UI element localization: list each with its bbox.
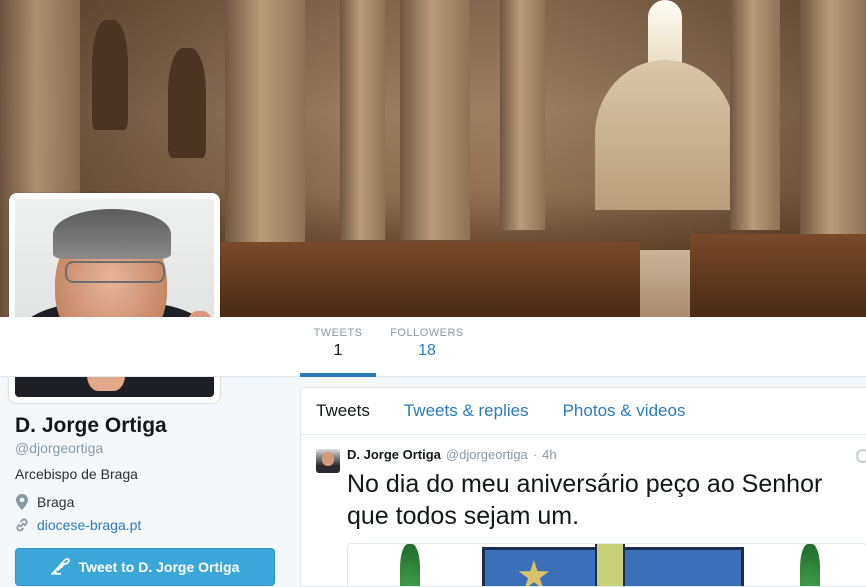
- stat-followers[interactable]: FOLLOWERS 18: [390, 327, 464, 360]
- tweet-header: D. Jorge Ortiga @djorgeortiga · 4h: [347, 447, 866, 462]
- map-pin-icon: [15, 494, 29, 510]
- profile-stats-bar: TWEETS 1 FOLLOWERS 18: [0, 317, 866, 377]
- quill-icon: [50, 557, 71, 578]
- stat-tweets[interactable]: TWEETS 1: [300, 327, 376, 377]
- tweet-avatar[interactable]: [316, 449, 340, 473]
- tab-photos-and-videos[interactable]: Photos & videos: [563, 401, 686, 421]
- profile-url[interactable]: diocese-braga.pt: [15, 517, 141, 533]
- timeline-tabs: Tweets Tweets & replies Photos & videos: [301, 388, 866, 435]
- star-icon: ★: [516, 554, 552, 587]
- profile-location: Braga: [15, 494, 74, 510]
- tab-tweets[interactable]: Tweets: [316, 401, 370, 421]
- stat-tweets-value: 1: [333, 342, 343, 359]
- timeline: Tweets Tweets & replies Photos & videos …: [300, 387, 866, 587]
- tweet-author-name[interactable]: D. Jorge Ortiga: [347, 447, 441, 462]
- tweet-timestamp[interactable]: 4h: [542, 447, 556, 462]
- tweet-media-image[interactable]: ★: [347, 543, 866, 587]
- profile-handle[interactable]: @djorgeortiga: [15, 440, 103, 456]
- stat-tweets-label: TWEETS: [313, 327, 363, 339]
- tweet-author-handle[interactable]: @djorgeortiga: [446, 447, 528, 462]
- tweet-to-label: Tweet to D. Jorge Ortiga: [78, 559, 240, 575]
- profile-name[interactable]: D. Jorge Ortiga: [15, 414, 167, 438]
- tweet-options-icon[interactable]: [856, 449, 866, 463]
- link-icon: [15, 517, 29, 533]
- stat-followers-value: 18: [418, 342, 436, 359]
- tab-tweets-and-replies[interactable]: Tweets & replies: [404, 401, 529, 421]
- profile-url-link[interactable]: diocese-braga.pt: [37, 517, 141, 533]
- tweet-to-button[interactable]: Tweet to D. Jorge Ortiga: [15, 548, 275, 586]
- tweet-text: No dia do meu aniversário peço ao Senhor…: [347, 470, 823, 530]
- profile-location-text: Braga: [37, 494, 75, 510]
- tweet-separator: ·: [532, 447, 538, 462]
- profile-bio: Arcebispo de Braga: [15, 466, 138, 482]
- tweet-item[interactable]: D. Jorge Ortiga @djorgeortiga · 4h No di…: [301, 435, 866, 532]
- stat-followers-label: FOLLOWERS: [390, 327, 464, 339]
